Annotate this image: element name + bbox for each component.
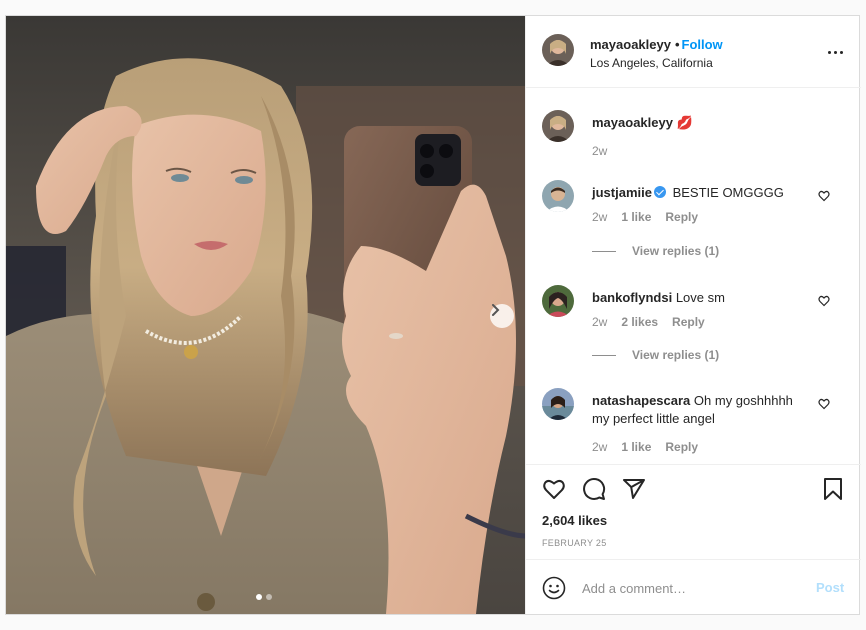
share-icon[interactable] (622, 477, 646, 501)
caption-time[interactable]: 2w (592, 144, 607, 158)
view-replies-button[interactable]: View replies (1) (592, 244, 719, 258)
comment-line: bankoflyndsi Love sm (592, 289, 812, 307)
comment-icon[interactable] (582, 477, 606, 501)
comment-meta: 2w 1 like Reply (592, 440, 698, 454)
replies-divider (592, 250, 616, 252)
header-separator: • (674, 37, 680, 52)
comment-likes[interactable]: 2 likes (621, 315, 658, 329)
comment-like-heart-icon[interactable] (818, 295, 830, 307)
emoji-icon[interactable] (542, 576, 566, 600)
likes-count[interactable]: 2,604 likes (542, 513, 607, 528)
post-card: mayaoakleyy • Follow Los Angeles, Californ… (5, 15, 861, 615)
bookmark-icon[interactable] (821, 477, 845, 501)
caption-avatar[interactable] (542, 110, 574, 142)
comment-username[interactable]: bankoflyndsi (592, 290, 672, 305)
more-options-icon[interactable] (828, 44, 846, 60)
next-photo-button[interactable] (490, 304, 514, 328)
comment-time[interactable]: 2w (592, 315, 607, 329)
post-side-panel: mayaoakleyy • Follow Los Angeles, Californ… (525, 16, 861, 614)
author-avatar[interactable] (542, 34, 574, 66)
comment-meta: 2w 1 like Reply (592, 210, 698, 224)
post-photo[interactable] (6, 16, 525, 614)
follow-button[interactable]: Follow (682, 37, 723, 52)
header-user-row: mayaoakleyy • Follow (590, 37, 723, 52)
carousel-dot-2 (266, 594, 272, 600)
comment-avatar[interactable] (542, 180, 574, 212)
reply-button[interactable]: Reply (665, 440, 698, 454)
comment-line: natashapescara Oh my goshhhhh my perfect… (592, 392, 812, 428)
caption-username[interactable]: mayaoakleyy (592, 115, 673, 130)
comments-list[interactable]: mayaoakleyy 💋 2w justjamiie BESTIE OMGGG… (526, 88, 861, 464)
comment-avatar[interactable] (542, 388, 574, 420)
view-replies-label: View replies (1) (632, 348, 720, 362)
comment-meta: 2w 2 likes Reply (592, 315, 705, 329)
carousel-indicator (256, 594, 272, 600)
reply-button[interactable]: Reply (672, 315, 705, 329)
comment-time[interactable]: 2w (592, 440, 607, 454)
heart-icon[interactable] (542, 477, 566, 501)
comment-input[interactable] (582, 578, 802, 598)
author-username[interactable]: mayaoakleyy (590, 37, 671, 52)
comment-avatar[interactable] (542, 285, 574, 317)
comment-text: BESTIE OMGGGG (672, 185, 784, 200)
selfie-image (6, 16, 525, 614)
comment-likes[interactable]: 1 like (621, 440, 651, 454)
comment-username[interactable]: natashapescara (592, 393, 690, 408)
view-replies-button[interactable]: View replies (1) (592, 348, 719, 362)
comment-time[interactable]: 2w (592, 210, 607, 224)
post-location[interactable]: Los Angeles, California (590, 56, 713, 70)
view-replies-label: View replies (1) (632, 244, 720, 258)
replies-divider (592, 354, 616, 356)
comment-text: Love sm (675, 290, 725, 305)
comment-like-heart-icon[interactable] (818, 398, 830, 410)
reply-button[interactable]: Reply (665, 210, 698, 224)
caption-text: 💋 (676, 115, 693, 130)
comment-username[interactable]: justjamiie (592, 185, 652, 200)
post-actions: 2,604 likes FEBRUARY 25 (526, 464, 861, 559)
comment-line: justjamiie BESTIE OMGGGG (592, 184, 812, 202)
carousel-dot-1 (256, 594, 262, 600)
chevron-right-icon (492, 304, 500, 316)
caption-line: mayaoakleyy 💋 (592, 114, 812, 132)
caption-meta: 2w (592, 144, 607, 158)
post-header: mayaoakleyy • Follow Los Angeles, Californ… (526, 16, 861, 88)
post-comment-button[interactable]: Post (816, 580, 844, 595)
comment-likes[interactable]: 1 like (621, 210, 651, 224)
post-date[interactable]: FEBRUARY 25 (542, 538, 607, 548)
verified-badge-icon (653, 186, 666, 198)
add-comment-bar: Post (526, 559, 861, 614)
comment-like-heart-icon[interactable] (818, 190, 830, 202)
